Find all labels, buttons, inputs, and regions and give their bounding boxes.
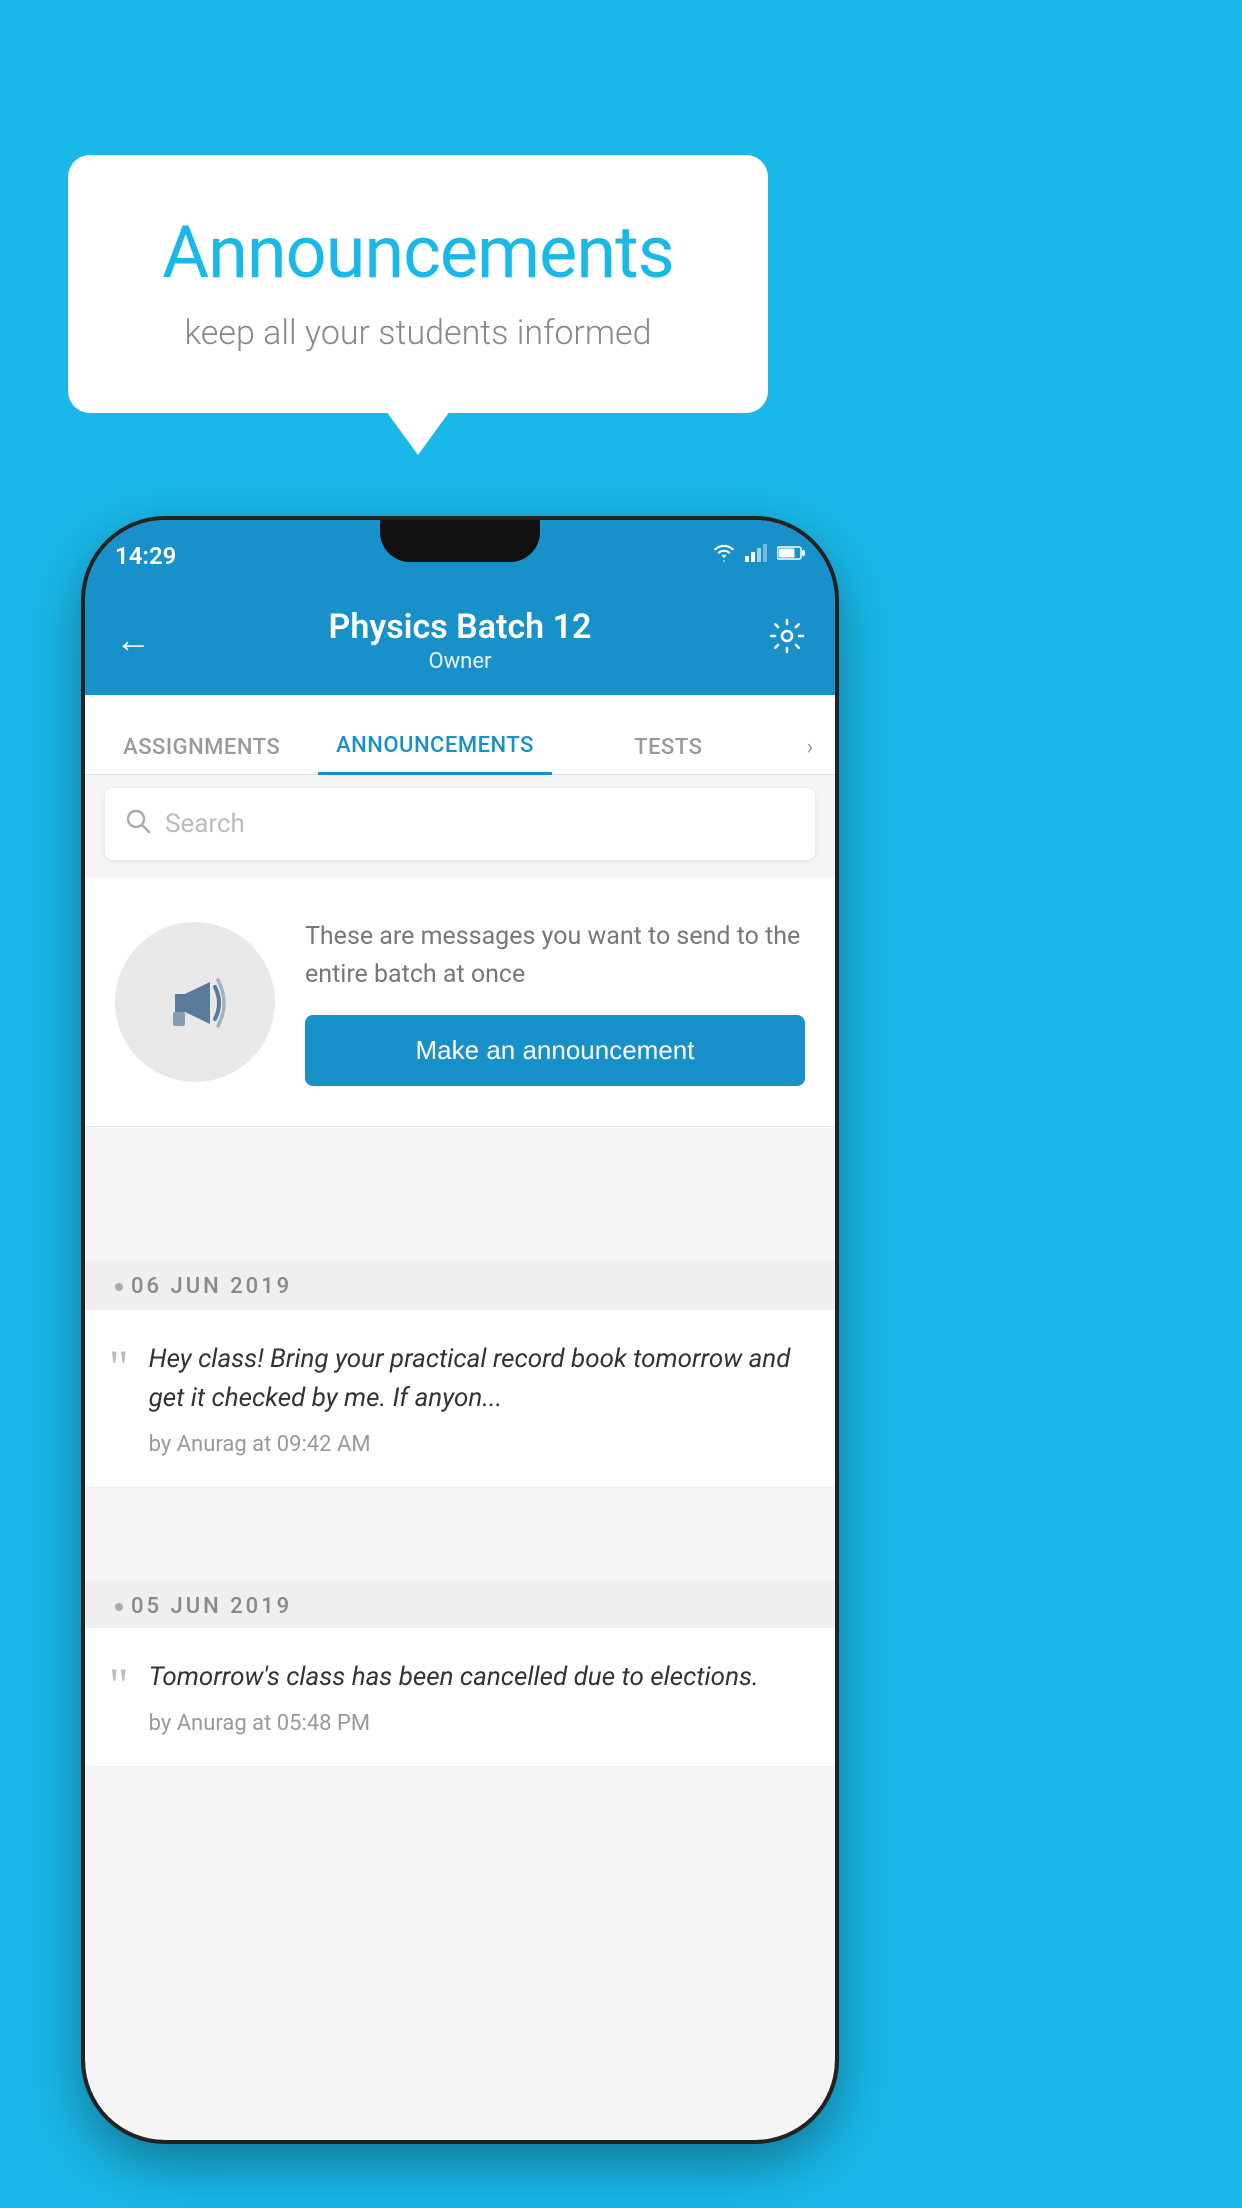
phone-screen: 14:29: [85, 520, 835, 2140]
ann-meta-1: by Anurag at 09:42 AM: [149, 1432, 811, 1457]
tab-bar: ASSIGNMENTS ANNOUNCEMENTS TESTS ›: [85, 695, 835, 775]
speech-bubble: Announcements keep all your students inf…: [68, 155, 768, 413]
ann-content-1: Hey class! Bring your practical record b…: [149, 1340, 811, 1457]
app-header: ← Physics Batch 12 Owner: [85, 585, 835, 695]
ann-meta-2: by Anurag at 05:48 PM: [149, 1711, 811, 1736]
tab-announcements[interactable]: ANNOUNCEMENTS: [318, 733, 551, 775]
wifi-icon: [713, 544, 735, 567]
header-title: Physics Batch 12: [151, 607, 769, 647]
ann-message-2: Tomorrow's class has been cancelled due …: [149, 1658, 811, 1697]
header-subtitle: Owner: [151, 649, 769, 674]
battery-icon: [777, 545, 805, 566]
announcement-right: These are messages you want to send to t…: [305, 918, 805, 1086]
signal-icon: [745, 544, 767, 567]
date-separator-1: 06 JUN 2019: [85, 1260, 835, 1313]
quote-icon-1: ": [109, 1344, 129, 1457]
phone-notch: [380, 520, 540, 562]
date-dot-1: [115, 1283, 123, 1291]
search-bar[interactable]: Search: [105, 788, 815, 860]
quote-icon-2: ": [109, 1662, 129, 1736]
speech-bubble-title: Announcements: [128, 210, 708, 295]
status-icons: [713, 538, 805, 567]
status-time: 14:29: [115, 536, 176, 570]
back-button[interactable]: ←: [115, 619, 151, 661]
ann-content-2: Tomorrow's class has been cancelled due …: [149, 1658, 811, 1736]
speech-bubble-container: Announcements keep all your students inf…: [68, 155, 768, 413]
announcement-icon-circle: [115, 922, 275, 1082]
date-text-1: 06 JUN 2019: [131, 1274, 292, 1299]
settings-icon[interactable]: [769, 618, 805, 663]
tab-more[interactable]: ›: [785, 735, 835, 774]
announcement-item-2[interactable]: " Tomorrow's class has been cancelled du…: [85, 1628, 835, 1767]
date-dot-2: [115, 1603, 123, 1611]
search-icon: [125, 808, 151, 841]
phone-frame: 14:29: [85, 520, 835, 2140]
megaphone-icon: [155, 962, 235, 1042]
make-announcement-button[interactable]: Make an announcement: [305, 1015, 805, 1086]
date-separator-2: 05 JUN 2019: [85, 1580, 835, 1633]
date-text-2: 05 JUN 2019: [131, 1594, 292, 1619]
announcement-item-1[interactable]: " Hey class! Bring your practical record…: [85, 1310, 835, 1488]
tab-assignments[interactable]: ASSIGNMENTS: [85, 735, 318, 774]
announcement-description: These are messages you want to send to t…: [305, 918, 805, 993]
announcement-prompt: These are messages you want to send to t…: [85, 878, 835, 1127]
tab-tests[interactable]: TESTS: [552, 735, 785, 774]
search-placeholder-text: Search: [165, 809, 245, 839]
header-center: Physics Batch 12 Owner: [151, 607, 769, 674]
ann-message-1: Hey class! Bring your practical record b…: [149, 1340, 811, 1418]
speech-bubble-subtitle: keep all your students informed: [128, 313, 708, 353]
